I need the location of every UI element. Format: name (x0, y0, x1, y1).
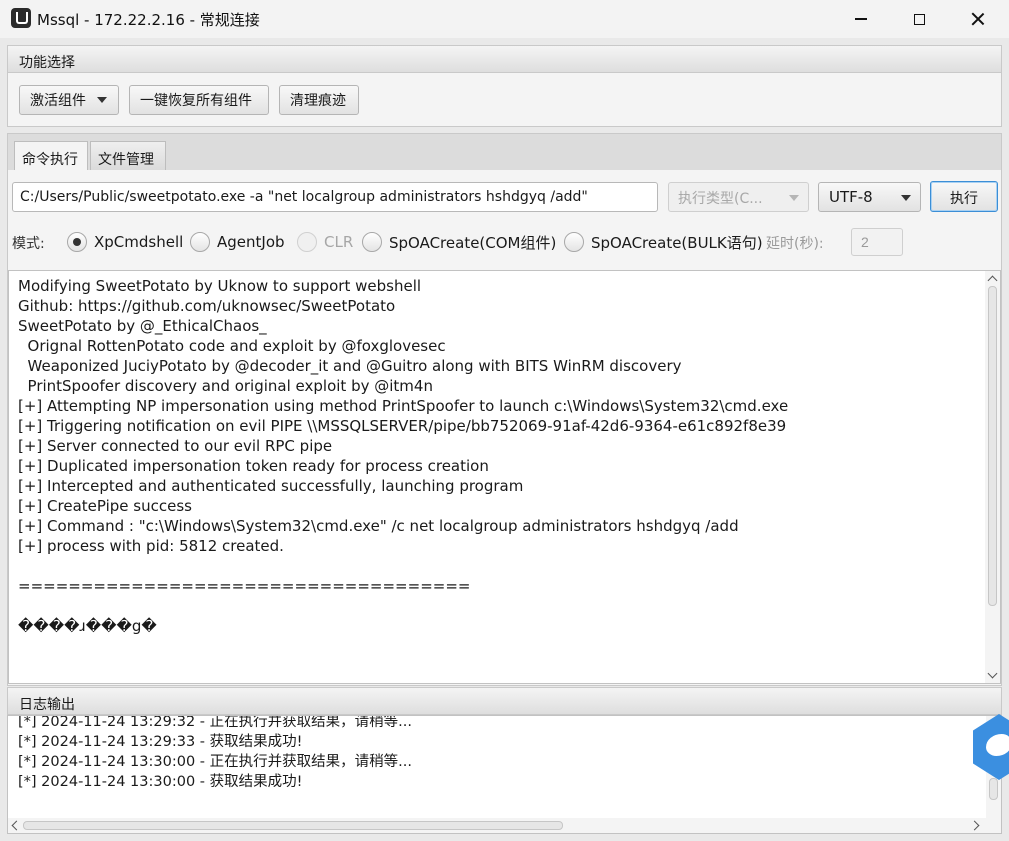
chevron-down-icon (97, 97, 107, 103)
radio-icon (190, 232, 210, 252)
log-output[interactable]: [*] 2024-11-24 13:29:32 - 正在执行并获取结果，请稍等.… (7, 715, 1002, 834)
chevron-down-icon (789, 195, 799, 201)
chevron-right-icon[interactable] (969, 820, 980, 831)
radio-label: AgentJob (217, 233, 285, 251)
activate-component-dropdown[interactable]: 激活组件 (19, 85, 119, 115)
delay-input (851, 228, 903, 256)
maximize-icon (913, 13, 925, 25)
output-line: ����ɹ���g� (18, 617, 157, 635)
mode-label: 模式: (12, 236, 45, 252)
output-line: [+] CreatePipe success (18, 497, 192, 515)
radio-agentjob[interactable]: AgentJob (190, 230, 285, 254)
output-line: [+] Command : "c:\Windows\System32\cmd.e… (18, 517, 739, 535)
tab-command-exec[interactable]: 命令执行 (14, 141, 88, 173)
radio-label: SpOACreate(BULK语句) (591, 233, 763, 252)
title-bar: Mssql - 172.22.2.16 - 常规连接 (0, 0, 1009, 38)
app-icon (11, 8, 31, 28)
maximize-button[interactable] (890, 0, 948, 38)
scroll-thumb[interactable] (23, 821, 563, 830)
scroll-thumb[interactable] (988, 286, 997, 606)
output-scrollbar[interactable] (985, 271, 1000, 683)
chevron-down-icon (901, 195, 911, 201)
output-line: PrintSpoofer discovery and original expl… (18, 377, 433, 395)
command-input[interactable] (12, 182, 658, 212)
output-line: Modifying SweetPotato by Uknow to suppor… (18, 277, 422, 295)
log-line: [*] 2024-11-24 13:29:33 - 获取结果成功! (18, 734, 303, 750)
output-line: ==================================== (18, 577, 471, 595)
output-line: Weaponized JuciyPotato by @decoder_it an… (18, 357, 682, 375)
mode-selector: 模式: XpCmdshell AgentJob CLR SpOACreate(C… (12, 228, 997, 256)
close-button[interactable] (949, 0, 1007, 38)
radio-icon (362, 232, 382, 252)
tab-bar: 命令执行 文件管理 (7, 133, 1002, 173)
radio-xpcmdshell[interactable]: XpCmdshell (67, 230, 183, 254)
clean-traces-button[interactable]: 清理痕迹 (279, 85, 359, 115)
log-horizontal-scrollbar[interactable] (8, 818, 1001, 833)
execute-button[interactable]: 执行 (930, 181, 998, 212)
encoding-value: UTF-8 (829, 188, 873, 206)
radio-label: SpOACreate(COM组件) (389, 233, 557, 252)
output-line: [+] Attempting NP impersonation using me… (18, 397, 789, 415)
chevron-left-icon[interactable] (11, 820, 22, 831)
output-line: Github: https://github.com/uknowsec/Swee… (18, 297, 396, 315)
output-line: [+] Triggering notification on evil PIPE… (18, 417, 787, 435)
output-text: Modifying SweetPotato by Uknow to suppor… (18, 276, 983, 636)
radio-icon (297, 232, 317, 252)
radio-selected-icon (67, 232, 87, 252)
log-section-header: 日志输出 (7, 687, 1002, 715)
function-section-header: 功能选择 (7, 45, 1002, 73)
encoding-dropdown[interactable]: UTF-8 (818, 182, 921, 212)
minimize-button[interactable] (832, 0, 890, 38)
radio-spoacreate-com[interactable]: SpOACreate(COM组件) (362, 230, 556, 254)
exec-type-placeholder: 执行类型(C... (678, 191, 763, 207)
scroll-thumb[interactable] (989, 778, 998, 800)
output-line: [+] Duplicated impersonation token ready… (18, 457, 489, 475)
restore-all-components-button[interactable]: 一键恢复所有组件 (129, 85, 269, 115)
radio-spoacreate-bulk[interactable]: SpOACreate(BULK语句) (564, 230, 763, 254)
chevron-up-icon[interactable] (987, 275, 998, 286)
log-line: [*] 2024-11-24 13:30:00 - 获取结果成功! (18, 774, 303, 790)
log-line: [*] 2024-11-24 13:30:00 - 正在执行并获取结果，请稍等.… (18, 754, 412, 770)
log-text: [*] 2024-11-24 13:29:32 - 正在执行并获取结果，请稍等.… (18, 715, 412, 792)
radio-label: XpCmdshell (94, 233, 184, 251)
output-line: [+] Intercepted and authenticated succes… (18, 477, 524, 495)
minimize-icon (855, 18, 867, 20)
radio-label: CLR (324, 233, 354, 251)
output-line: Orignal RottenPotato code and exploit by… (18, 337, 446, 355)
function-panel: 激活组件 一键恢复所有组件 清理痕迹 (7, 73, 1002, 127)
chevron-down-icon[interactable] (987, 668, 998, 679)
exec-type-dropdown: 执行类型(C... (668, 182, 809, 212)
radio-clr: CLR (297, 230, 353, 254)
output-line: SweetPotato by @_EthicalChaos_ (18, 317, 267, 335)
window-title: Mssql - 172.22.2.16 - 常规连接 (37, 11, 260, 29)
log-line: [*] 2024-11-24 13:29:32 - 正在执行并获取结果，请稍等.… (18, 715, 412, 730)
output-line: [+] Server connected to our evil RPC pip… (18, 437, 333, 455)
command-panel: 执行类型(C... UTF-8 执行 模式: XpCmdshell AgentJ… (7, 170, 1002, 686)
activate-component-label: 激活组件 (30, 93, 86, 109)
command-output[interactable]: Modifying SweetPotato by Uknow to suppor… (8, 270, 1001, 684)
output-line: [+] process with pid: 5812 created. (18, 537, 284, 555)
close-icon (971, 12, 985, 26)
radio-icon (564, 232, 584, 252)
tab-file-manager[interactable]: 文件管理 (90, 141, 166, 172)
delay-label: 延时(秒): (766, 236, 824, 252)
